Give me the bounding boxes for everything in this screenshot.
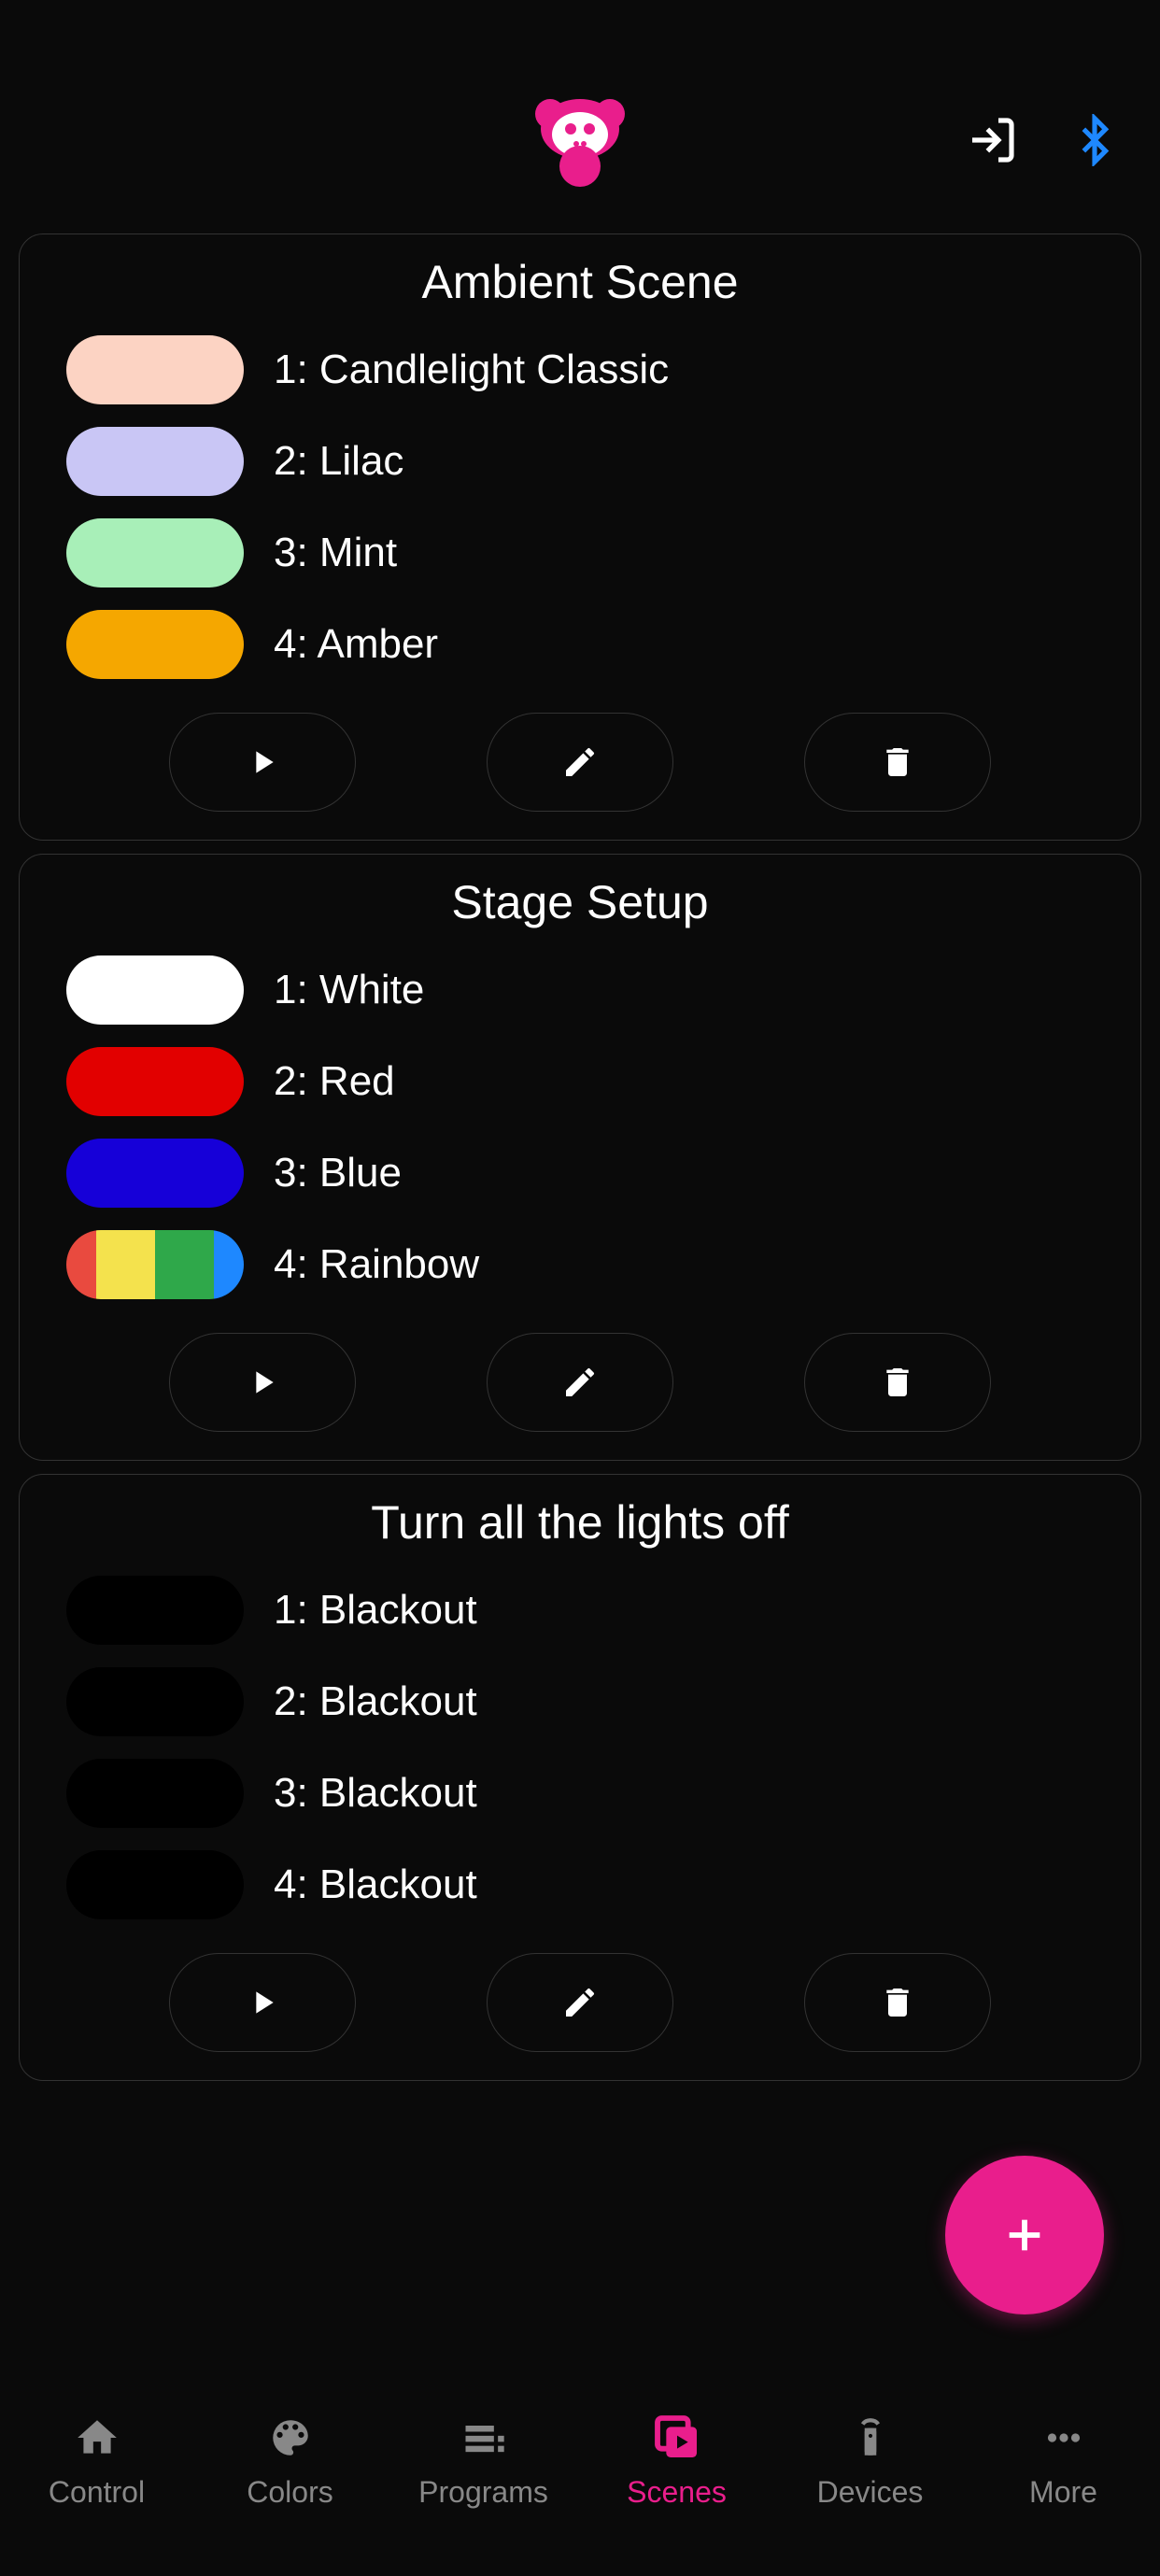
scene-color-row[interactable]: 4: Rainbow (66, 1230, 1094, 1299)
scene-color-row[interactable]: 4: Blackout (66, 1850, 1094, 1919)
delete-button[interactable] (804, 713, 991, 812)
color-label: 4: Amber (274, 621, 438, 668)
scene-card: Turn all the lights off 1: Blackout 2: B… (19, 1474, 1141, 2081)
color-swatch (66, 1667, 244, 1736)
play-button[interactable] (169, 713, 356, 812)
color-label: 4: Rainbow (274, 1241, 479, 1288)
delete-button[interactable] (804, 1953, 991, 2052)
scene-card: Stage Setup 1: White 2: Red 3: Blue 4: R… (19, 854, 1141, 1461)
color-swatch (66, 610, 244, 679)
nav-label: More (1029, 2475, 1097, 2510)
scenes-list: Ambient Scene 1: Candlelight Classic 2: … (0, 215, 1160, 2113)
delete-button[interactable] (804, 1333, 991, 1432)
app-logo (533, 93, 627, 187)
nav-label: Control (49, 2475, 145, 2510)
color-label: 4: Blackout (274, 1861, 477, 1908)
add-scene-button[interactable] (945, 2156, 1104, 2314)
color-swatch (66, 1047, 244, 1116)
color-label: 1: Candlelight Classic (274, 347, 669, 393)
scenes-icon (651, 2412, 703, 2464)
nav-scenes[interactable]: Scenes (593, 2412, 761, 2510)
scene-card: Ambient Scene 1: Candlelight Classic 2: … (19, 234, 1141, 841)
bluetooth-icon[interactable] (1067, 112, 1123, 168)
login-icon[interactable] (964, 112, 1020, 168)
scene-color-row[interactable]: 1: White (66, 955, 1094, 1025)
scene-title: Stage Setup (66, 855, 1094, 955)
color-swatch (66, 1576, 244, 1645)
home-icon (71, 2412, 123, 2464)
color-swatch (66, 518, 244, 587)
color-label: 2: Lilac (274, 438, 403, 485)
color-swatch (66, 335, 244, 404)
color-label: 2: Blackout (274, 1678, 477, 1725)
color-swatch (66, 427, 244, 496)
scene-color-row[interactable]: 3: Blackout (66, 1759, 1094, 1828)
nav-label: Scenes (627, 2475, 727, 2510)
play-button[interactable] (169, 1953, 356, 2052)
color-swatch (66, 1139, 244, 1208)
scene-color-row[interactable]: 2: Blackout (66, 1667, 1094, 1736)
nav-label: Devices (817, 2475, 924, 2510)
edit-button[interactable] (487, 1333, 673, 1432)
scene-color-row[interactable]: 4: Amber (66, 610, 1094, 679)
scene-color-row[interactable]: 2: Red (66, 1047, 1094, 1116)
bottom-nav: Control Colors Programs Scenes Devices M… (0, 2389, 1160, 2576)
list-icon (458, 2412, 510, 2464)
nav-programs[interactable]: Programs (400, 2412, 568, 2510)
nav-label: Programs (418, 2475, 548, 2510)
color-label: 3: Blackout (274, 1770, 477, 1817)
color-label: 3: Mint (274, 530, 397, 576)
scene-color-row[interactable]: 2: Lilac (66, 427, 1094, 496)
nav-control[interactable]: Control (13, 2412, 181, 2510)
color-label: 3: Blue (274, 1150, 402, 1196)
more-icon (1038, 2412, 1090, 2464)
nav-colors[interactable]: Colors (206, 2412, 375, 2510)
scene-color-row[interactable]: 3: Blue (66, 1139, 1094, 1208)
remote-icon (844, 2412, 897, 2464)
nav-more[interactable]: More (980, 2412, 1148, 2510)
nav-devices[interactable]: Devices (786, 2412, 955, 2510)
scene-color-row[interactable]: 1: Candlelight Classic (66, 335, 1094, 404)
scene-color-row[interactable]: 1: Blackout (66, 1576, 1094, 1645)
color-swatch (66, 1850, 244, 1919)
color-swatch (66, 955, 244, 1025)
color-label: 1: White (274, 967, 424, 1013)
color-swatch-rainbow (66, 1230, 244, 1299)
app-header (0, 65, 1160, 215)
scene-color-row[interactable]: 3: Mint (66, 518, 1094, 587)
scene-actions (66, 713, 1094, 812)
scene-title: Turn all the lights off (66, 1475, 1094, 1576)
scene-actions (66, 1333, 1094, 1432)
color-label: 1: Blackout (274, 1587, 477, 1634)
edit-button[interactable] (487, 713, 673, 812)
play-button[interactable] (169, 1333, 356, 1432)
scene-title: Ambient Scene (66, 234, 1094, 335)
nav-label: Colors (247, 2475, 332, 2510)
color-label: 2: Red (274, 1058, 395, 1105)
edit-button[interactable] (487, 1953, 673, 2052)
color-swatch (66, 1759, 244, 1828)
scene-actions (66, 1953, 1094, 2052)
palette-icon (264, 2412, 317, 2464)
